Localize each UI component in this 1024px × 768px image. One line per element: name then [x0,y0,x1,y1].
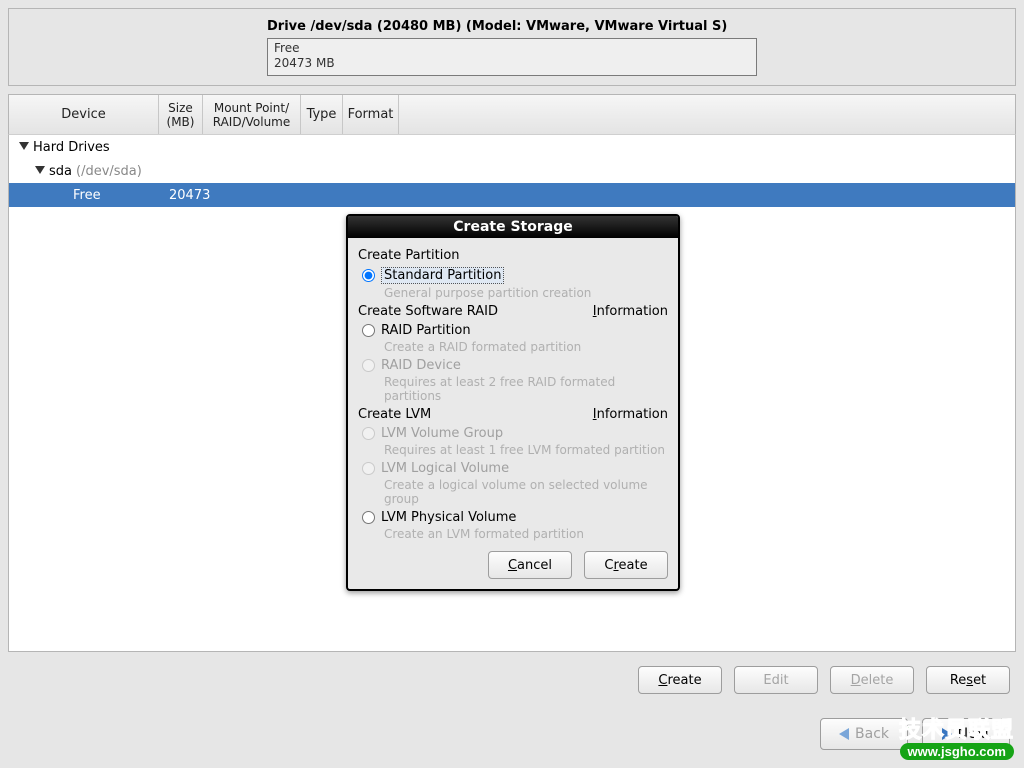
option-label: Standard Partition [381,267,504,284]
col-type[interactable]: Type [301,95,343,134]
section-label: Create LVM [358,407,431,422]
radio-lvm-pv[interactable] [362,511,375,524]
delete-button[interactable]: Delete [830,666,914,694]
option-label: RAID Partition [381,323,471,338]
arrow-left-icon [839,728,849,740]
nav-buttons: Back Next [820,718,1010,750]
option-label: RAID Device [381,358,461,373]
app-root: Drive /dev/sda (20480 MB) (Model: VMware… [0,0,1024,768]
drive-free-size: 20473 MB [274,56,750,71]
option-standard-partition[interactable]: Standard Partition [362,267,668,284]
tree-row-free[interactable]: Free 20473 [9,183,1015,207]
col-mount-l1: Mount Point/ [214,101,289,115]
col-format[interactable]: Format [343,95,399,134]
tree-label-hard-drives: Hard Drives [33,140,110,155]
radio-standard-partition[interactable] [362,269,375,282]
dialog-create-button[interactable]: Create [584,551,668,579]
section-create-raid: Create Software RAID Information [358,304,668,319]
option-desc: Create a logical volume on selected volu… [384,478,668,506]
section-label: Create Partition [358,248,460,263]
option-desc: Requires at least 1 free LVM formated pa… [384,443,668,457]
option-desc: Create an LVM formated partition [384,527,668,541]
drive-summary-panel: Drive /dev/sda (20480 MB) (Model: VMware… [8,8,1016,86]
create-button[interactable]: Create [638,666,722,694]
tree-label-sda: sda [49,164,72,179]
option-label: LVM Volume Group [381,426,503,441]
dialog-title: Create Storage [348,216,678,238]
option-lvm-pv[interactable]: LVM Physical Volume [362,510,668,525]
create-storage-dialog: Create Storage Create Partition Standard… [346,214,680,591]
cancel-button[interactable]: Cancel [488,551,572,579]
radio-lvm-vg [362,427,375,440]
drive-title: Drive /dev/sda (20480 MB) (Model: VMware… [267,19,1003,34]
col-device[interactable]: Device [9,95,159,134]
edit-button[interactable]: Edit [734,666,818,694]
option-label: LVM Physical Volume [381,510,516,525]
action-buttons: Create Edit Delete Reset [638,666,1010,694]
option-lvm-lv: LVM Logical Volume [362,461,668,476]
col-size-l2: (MB) [167,115,195,129]
next-button[interactable]: Next [922,718,1010,750]
section-label: Create Software RAID [358,304,498,319]
col-spacer [399,95,1015,134]
arrow-right-icon [942,728,952,740]
col-size-l1: Size [168,101,193,115]
radio-lvm-lv [362,462,375,475]
reset-button[interactable]: Reset [926,666,1010,694]
section-create-partition: Create Partition [358,248,668,263]
section-create-lvm: Create LVM Information [358,407,668,422]
option-desc: General purpose partition creation [384,286,668,300]
info-link-raid[interactable]: Information [593,304,668,319]
option-desc: Create a RAID formated partition [384,340,668,354]
columns-header: Device Size (MB) Mount Point/ RAID/Volum… [8,94,1016,134]
disclosure-triangle-icon[interactable] [35,166,45,176]
dialog-body: Create Partition Standard Partition Gene… [348,238,678,589]
tree-row-sda[interactable]: sda (/dev/sda) [9,159,1015,183]
tree-label-sda-path: (/dev/sda) [76,164,142,179]
option-desc: Requires at least 2 free RAID formated p… [384,375,668,403]
tree-free-size: 20473 [169,188,213,203]
option-lvm-vg: LVM Volume Group [362,426,668,441]
drive-free-box: Free 20473 MB [267,38,757,76]
tree-label-free: Free [19,188,169,203]
drive-free-label: Free [274,41,750,56]
radio-raid-device [362,359,375,372]
col-size[interactable]: Size (MB) [159,95,203,134]
back-button[interactable]: Back [820,718,908,750]
option-label: LVM Logical Volume [381,461,509,476]
dialog-buttons: Cancel Create [358,551,668,579]
disclosure-triangle-icon[interactable] [19,142,29,152]
option-raid-partition[interactable]: RAID Partition [362,323,668,338]
tree-row-hard-drives[interactable]: Hard Drives [9,135,1015,159]
col-mount[interactable]: Mount Point/ RAID/Volume [203,95,301,134]
info-link-lvm[interactable]: Information [593,407,668,422]
radio-raid-partition[interactable] [362,324,375,337]
col-mount-l2: RAID/Volume [213,115,291,129]
option-raid-device: RAID Device [362,358,668,373]
